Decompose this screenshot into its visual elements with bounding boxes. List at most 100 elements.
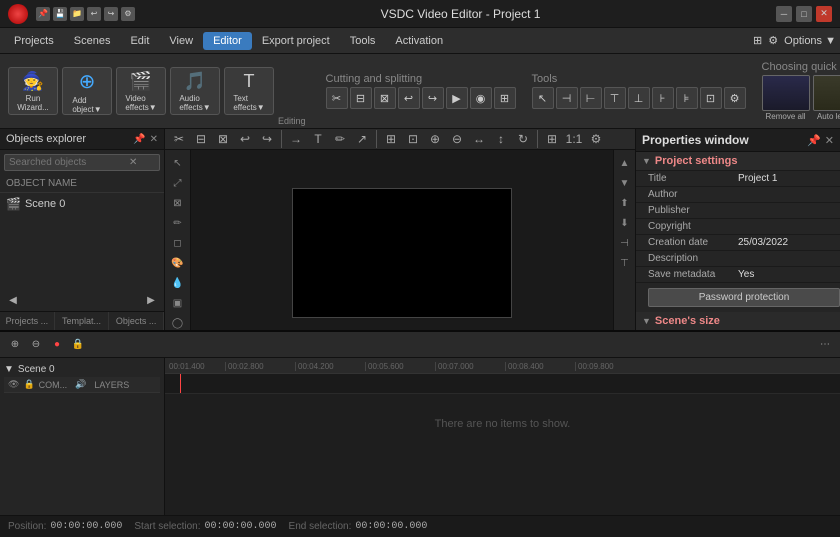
close-button[interactable]: ✕ — [816, 6, 832, 22]
align-right[interactable]: ⊢ — [580, 87, 602, 109]
layer-bottom-btn[interactable]: ⬇ — [616, 214, 634, 232]
layer-top-btn[interactable]: ⬆ — [616, 194, 634, 212]
scenes-size-section[interactable]: ▼ Scene's size — [636, 312, 840, 330]
tl-remove-btn[interactable]: ⊖ — [27, 336, 45, 354]
tl-record-btn[interactable]: ● — [48, 336, 66, 354]
tl-lock-btn[interactable]: 🔒 — [69, 336, 87, 354]
crop-btn[interactable]: ⊠ — [169, 194, 187, 212]
add-object-button[interactable]: ⊕ Addobject▼ — [62, 67, 112, 115]
options-label[interactable]: Options ▼ — [784, 35, 836, 47]
tl-more-btn[interactable]: ⋯ — [816, 336, 834, 354]
layer-up-btn[interactable]: ▲ — [616, 154, 634, 172]
search-clear-icon[interactable]: ✕ — [129, 157, 137, 168]
paste-tool[interactable]: ⊠ — [213, 129, 233, 149]
project-settings-section[interactable]: ▼ Project settings — [636, 152, 840, 171]
menu-tools[interactable]: Tools — [340, 32, 386, 50]
audio-effects-button[interactable]: 🎵 Audioeffects▼ — [170, 67, 220, 115]
panel-close-icon[interactable]: ✕ — [150, 134, 158, 145]
play-cut-icon[interactable]: ▶ — [446, 87, 468, 109]
pen-tool[interactable]: ✏ — [330, 129, 350, 149]
fill-btn[interactable]: ▣ — [169, 294, 187, 312]
distribute-v[interactable]: ⊧ — [676, 87, 698, 109]
distribute-h[interactable]: ⊦ — [652, 87, 674, 109]
settings-icon[interactable]: ⚙ — [121, 7, 135, 21]
settings2-tool[interactable]: ⚙ — [586, 129, 606, 149]
forward-icon[interactable]: ↪ — [422, 87, 444, 109]
align-center-h-btn[interactable]: ⊣ — [616, 234, 634, 252]
layer-down-btn[interactable]: ▼ — [616, 174, 634, 192]
panel-pin-icon[interactable]: 📌 — [133, 134, 145, 145]
prop-close-icon[interactable]: ✕ — [825, 134, 834, 147]
menu-scenes[interactable]: Scenes — [64, 32, 121, 50]
eyedropper-btn[interactable]: 💧 — [169, 274, 187, 292]
align-center-v-btn[interactable]: ⊤ — [616, 254, 634, 272]
select-mode-btn[interactable]: ↖ — [169, 154, 187, 172]
menu-activation[interactable]: Activation — [385, 32, 453, 50]
select-tool[interactable]: → — [286, 129, 306, 149]
prop-pin-icon[interactable]: 📌 — [807, 134, 821, 147]
copy-tool[interactable]: ⊟ — [191, 129, 211, 149]
redo-tool[interactable]: ↪ — [257, 129, 277, 149]
minimize-button[interactable]: ─ — [776, 6, 792, 22]
scroll-right-icon[interactable]: ▶ — [142, 291, 160, 309]
tab-objects[interactable]: Objects ... — [109, 312, 164, 330]
shape-btn[interactable]: ◯ — [169, 314, 187, 330]
auto-levels-thumb[interactable] — [813, 75, 840, 111]
menu-projects[interactable]: Projects — [4, 32, 64, 50]
text-effects-button[interactable]: T Texteffects▼ — [224, 67, 274, 115]
rotate-tool[interactable]: ↻ — [513, 129, 533, 149]
lock-small-icon[interactable]: 🔒 — [23, 379, 34, 390]
password-protection-button[interactable]: Password protection — [648, 288, 840, 307]
eye-icon[interactable]: 👁 — [8, 379, 19, 390]
grid-view-tool[interactable]: ⊞ — [381, 129, 401, 149]
save-icon[interactable]: 💾 — [53, 7, 67, 21]
color-btn[interactable]: 🎨 — [169, 254, 187, 272]
cut-tool[interactable]: ✂ — [169, 129, 189, 149]
zoom-in-tool[interactable]: ⊕ — [425, 129, 445, 149]
redo-icon[interactable]: ↪ — [104, 7, 118, 21]
pen-mode-btn[interactable]: ✏ — [169, 214, 187, 232]
align-left[interactable]: ⊣ — [556, 87, 578, 109]
actual-size-tool[interactable]: 1:1 — [564, 129, 584, 149]
zoom-out-tool[interactable]: ⊖ — [447, 129, 467, 149]
tl-add-btn[interactable]: ⊕ — [6, 336, 24, 354]
grid-align[interactable]: ⊡ — [700, 87, 722, 109]
menu-view[interactable]: View — [159, 32, 203, 50]
tab-templates[interactable]: Templat... — [55, 312, 110, 330]
align-top[interactable]: ⊤ — [604, 87, 626, 109]
fit-tool[interactable]: ⊞ — [542, 129, 562, 149]
move-tool[interactable]: ↖ — [532, 87, 554, 109]
timeline-track — [165, 374, 840, 394]
snap-tool[interactable]: ⊡ — [403, 129, 423, 149]
scene-0-item[interactable]: 🎬 Scene 0 — [0, 193, 164, 215]
arrow-tool[interactable]: ↗ — [352, 129, 372, 149]
gear-icon[interactable]: ⚙ — [768, 34, 778, 47]
align-bottom[interactable]: ⊥ — [628, 87, 650, 109]
scroll-left-icon[interactable]: ◀ — [4, 291, 22, 309]
tab-projects[interactable]: Projects ... — [0, 312, 55, 330]
menu-edit[interactable]: Edit — [120, 32, 159, 50]
rewind-icon[interactable]: ↩ — [398, 87, 420, 109]
menu-editor[interactable]: Editor — [203, 32, 252, 50]
search-input[interactable] — [9, 157, 129, 168]
settings-tool[interactable]: ⚙ — [724, 87, 746, 109]
flip-h-tool[interactable]: ↔ — [469, 129, 489, 149]
run-wizard-button[interactable]: 🧙 Run Wizard... — [8, 67, 58, 115]
loop-icon[interactable]: ◉ — [470, 87, 492, 109]
folder-icon[interactable]: 📁 — [70, 7, 84, 21]
transform-btn[interactable]: ⤢ — [169, 174, 187, 192]
video-effects-button[interactable]: 🎬 Videoeffects▼ — [116, 67, 166, 115]
remove-all-thumb[interactable] — [762, 75, 810, 111]
flip-v-tool[interactable]: ↕ — [491, 129, 511, 149]
menu-export[interactable]: Export project — [252, 32, 340, 50]
scissors-icon[interactable]: ✂ — [326, 87, 348, 109]
eraser-btn[interactable]: ◻ — [169, 234, 187, 252]
undo-tool[interactable]: ↩ — [235, 129, 255, 149]
split-icon[interactable]: ⊟ — [350, 87, 372, 109]
trim-icon[interactable]: ⊠ — [374, 87, 396, 109]
text-tool[interactable]: T — [308, 129, 328, 149]
undo-icon[interactable]: ↩ — [87, 7, 101, 21]
pin-icon[interactable]: 📌 — [36, 7, 50, 21]
maximize-button[interactable]: □ — [796, 6, 812, 22]
grid-tool-icon[interactable]: ⊞ — [494, 87, 516, 109]
